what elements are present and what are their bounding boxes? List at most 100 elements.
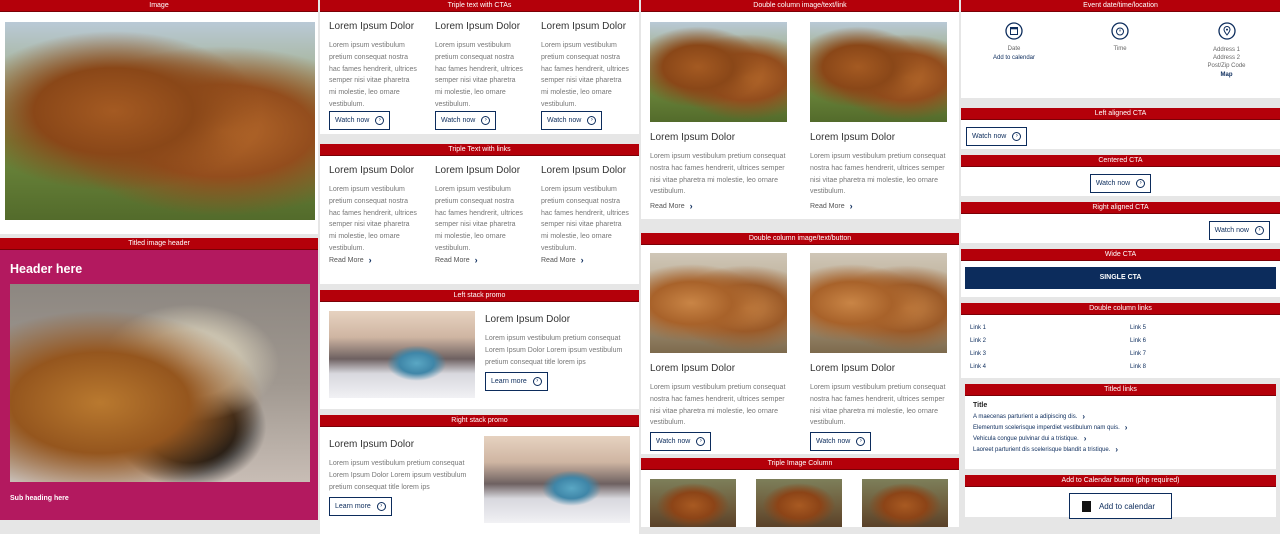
read-more-link[interactable]: Read More › [329, 255, 418, 265]
watch-now-button[interactable]: Watch now › [650, 432, 712, 451]
watch-now-button[interactable]: Watch now › [1208, 221, 1270, 240]
link-item[interactable]: Link 3 [970, 351, 1130, 364]
link-item[interactable]: Link 1 [970, 325, 1130, 338]
dc-button-item: Lorem Ipsum Dolor Lorem ipsum vestibulum… [810, 253, 947, 454]
button-label: Add to calendar [1098, 501, 1156, 511]
watch-now-button[interactable]: Watch now › [541, 111, 603, 130]
watch-now-button[interactable]: Watch now › [966, 127, 1028, 146]
calendar-icon [1081, 500, 1091, 512]
link-item[interactable]: Link 6 [1130, 338, 1270, 351]
titled-links-panel: Title A maecenas parturient a adipiscing… [965, 396, 1276, 469]
play-icon: › [587, 116, 597, 125]
item-heading: Lorem Ipsum Dolor [435, 21, 521, 32]
titled-link[interactable]: Elementum scelerisque imperdiet vestibul… [973, 422, 1276, 433]
chevron-right-icon: › [1083, 434, 1087, 443]
add-to-calendar-link[interactable]: Add to calendar [961, 55, 1067, 61]
promo-text: Lorem Ipsum Dolor Lorem ipsum vestibulum… [329, 436, 474, 534]
titled-link[interactable]: Laoreet parturient dis scelerisque bland… [973, 444, 1276, 455]
read-more-link[interactable]: Read More › [541, 255, 630, 265]
watch-now-button[interactable]: Watch now › [1089, 174, 1152, 193]
section-bar-dc-button: Double column image/text/button [641, 233, 959, 245]
section-bar-centered-cta: Centered CTA [961, 155, 1280, 167]
item-heading: Lorem Ipsum Dolor [650, 132, 736, 143]
read-more-link[interactable]: Read More › [650, 201, 787, 211]
learn-more-button[interactable]: Learn more › [485, 372, 548, 391]
item-body: Lorem ipsum vestibulum pretium consequat… [329, 186, 417, 252]
promo-body: Lorem ipsum vestibulum pretium consequat… [485, 335, 623, 366]
right-cta-panel: Watch now › [961, 214, 1280, 243]
item-body: Lorem ipsum vestibulum pretium consequat… [650, 384, 786, 427]
chevron-right-icon: › [1124, 423, 1128, 432]
titled-header: Header here [10, 262, 83, 276]
item-heading: Lorem Ipsum Dolor [650, 363, 736, 374]
sub-heading: Sub heading here [10, 495, 69, 502]
item-body: Lorem ipsum vestibulum pretium consequat… [810, 153, 946, 196]
left-cta-panel: Watch now › [961, 120, 1280, 149]
links-left: Link 1 Link 2 Link 3 Link 4 [970, 325, 1130, 378]
read-more-link[interactable]: Read More › [435, 255, 524, 265]
section-bar-titled-links: Titled links [965, 384, 1276, 396]
play-icon: › [375, 116, 385, 125]
link-item[interactable]: Link 2 [970, 338, 1130, 351]
dc-links-panel: Link 1 Link 2 Link 3 Link 4 Link 5 Link … [961, 315, 1280, 378]
link-item[interactable]: Link 7 [1130, 351, 1270, 364]
watch-now-button[interactable]: Watch now › [435, 111, 497, 130]
chevron-right-icon: › [689, 201, 693, 211]
highland-cow-image [810, 22, 947, 122]
column-3: Double column image/text/link Lorem Ipsu… [641, 0, 959, 527]
section-bar-left-cta: Left aligned CTA [961, 108, 1280, 120]
dc-link-item: Lorem Ipsum Dolor Lorem ipsum vestibulum… [810, 22, 947, 219]
play-icon: › [696, 437, 706, 446]
section-bar-triple-image: Triple Image Column [641, 458, 959, 470]
button-label: Watch now [1214, 227, 1249, 234]
titled-link[interactable]: Vehicula congue pulvinar dui a tristique… [973, 433, 1276, 444]
event-date: Date Add to calendar [961, 22, 1067, 98]
item-body: Lorem ipsum vestibulum pretium consequat… [435, 42, 523, 108]
section-bar-image: Image [0, 0, 318, 12]
triple-cta-item: Lorem Ipsum Dolor Lorem ipsum vestibulum… [541, 21, 630, 134]
triple-links-item: Lorem Ipsum Dolor Lorem ipsum vestibulum… [541, 165, 630, 284]
item-body: Lorem ipsum vestibulum pretium consequat… [810, 384, 946, 427]
postcode: Post/Zip Code [1207, 63, 1246, 69]
links-right: Link 5 Link 6 Link 7 Link 8 [1130, 325, 1270, 378]
image-panel [0, 12, 318, 234]
link-item[interactable]: Link 5 [1130, 325, 1270, 338]
item-body: Lorem ipsum vestibulum pretium consequat… [541, 186, 629, 252]
play-icon: › [1012, 132, 1022, 141]
map-link[interactable]: Map [1173, 72, 1280, 78]
section-bar-right-stack: Right stack promo [320, 415, 639, 427]
link-item[interactable]: Link 8 [1130, 364, 1270, 377]
arrow-icon: › [532, 377, 542, 386]
link-item[interactable]: Link 4 [970, 364, 1130, 377]
button-label: Watch now [656, 438, 691, 445]
left-stack-panel: Lorem Ipsum Dolor Lorem ipsum vestibulum… [320, 302, 639, 409]
arrow-icon: › [376, 502, 386, 511]
address-1: Address 1 [1212, 47, 1240, 53]
column-2: Triple text with CTAs Lorem Ipsum Dolor … [320, 0, 639, 534]
titled-link[interactable]: A maecenas parturient a adipiscing dis. › [973, 411, 1276, 422]
item-heading: Lorem Ipsum Dolor [541, 21, 627, 32]
time-label: Time [1113, 46, 1127, 52]
add-to-calendar-button[interactable]: Add to calendar [1068, 493, 1173, 519]
triple-cta-item: Lorem Ipsum Dolor Lorem ipsum vestibulum… [435, 21, 524, 134]
chevron-right-icon: › [368, 255, 372, 265]
item-heading: Lorem Ipsum Dolor [329, 165, 415, 176]
watch-now-button[interactable]: Watch now › [810, 432, 872, 451]
right-stack-panel: Lorem Ipsum Dolor Lorem ipsum vestibulum… [320, 427, 639, 534]
single-cta-button[interactable]: SINGLE CTA [965, 267, 1276, 289]
city-image [484, 436, 630, 523]
learn-more-button[interactable]: Learn more › [329, 497, 392, 516]
section-bar-dc-links: Double column links [961, 303, 1280, 315]
triple-cta-item: Lorem Ipsum Dolor Lorem ipsum vestibulum… [329, 21, 418, 134]
link-label: Vehicula congue pulvinar dui a tristique… [973, 435, 1079, 442]
button-label: Watch now [1095, 180, 1131, 187]
dc-link-item: Lorem Ipsum Dolor Lorem ipsum vestibulum… [650, 22, 787, 219]
triple-links-item: Lorem Ipsum Dolor Lorem ipsum vestibulum… [435, 165, 524, 284]
promo-text: Lorem Ipsum Dolor Lorem ipsum vestibulum… [485, 311, 630, 409]
promo-heading: Lorem Ipsum Dolor [485, 314, 571, 325]
city-image [329, 311, 475, 398]
read-more-link[interactable]: Read More › [810, 201, 947, 211]
item-heading: Lorem Ipsum Dolor [810, 363, 896, 374]
watch-now-button[interactable]: Watch now › [329, 111, 391, 130]
dc-button-item: Lorem Ipsum Dolor Lorem ipsum vestibulum… [650, 253, 787, 454]
